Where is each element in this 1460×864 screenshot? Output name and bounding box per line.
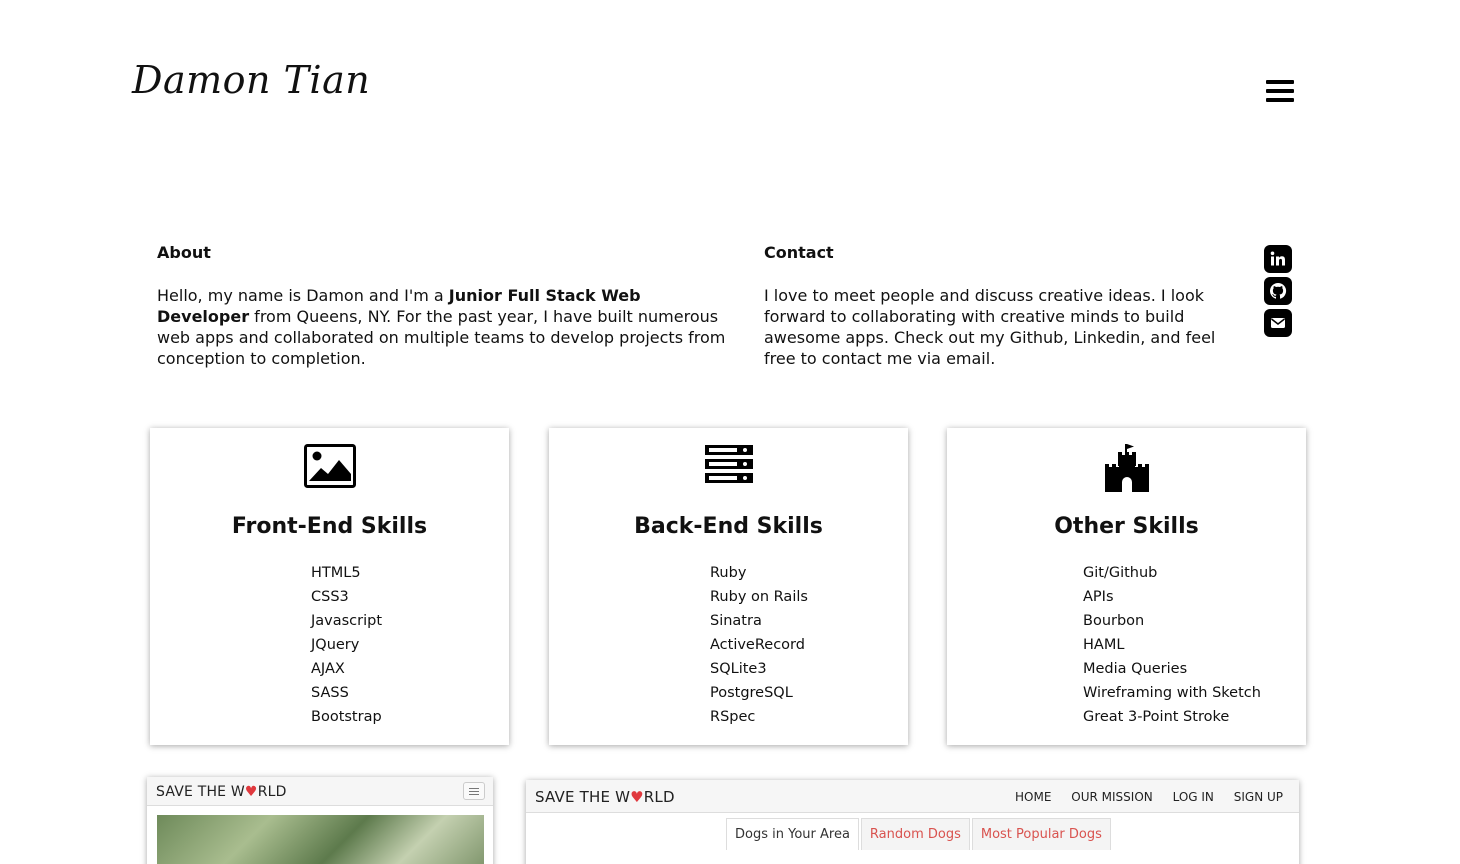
castle-icon [1104,444,1150,496]
skill-item: PostgreSQL [710,685,793,701]
social-links [1264,245,1292,341]
project-navbar: SAVE THE W♥RLD HOME OUR MISSION LOG IN S… [526,780,1299,813]
skill-item: SASS [311,685,349,701]
github-icon[interactable] [1264,277,1292,305]
skill-card-title: Front-End Skills [231,514,428,539]
nav-home[interactable]: HOME [1015,790,1051,804]
skill-card-backend: Back-End Skills Ruby Ruby on Rails Sinat… [549,428,908,745]
skill-item: Git/Github [1083,565,1158,581]
skill-card-frontend: Front-End Skills HTML5 CSS3 Javascript J… [150,428,509,745]
project-brand: SAVE THE W♥RLD [156,784,287,800]
server-icon [704,444,754,488]
site-logo[interactable]: Damon Tian [132,58,370,102]
skill-item: Sinatra [710,613,762,629]
skill-item: HTML5 [311,565,361,581]
project-preview-mobile[interactable]: SAVE THE W♥RLD [147,777,493,864]
heart-icon: ♥ [630,788,644,806]
skill-item: Great 3-Point Stroke [1083,709,1230,725]
hamburger-menu-icon[interactable] [1266,80,1294,104]
skill-item: RSpec [710,709,756,725]
skill-item: Ruby on Rails [710,589,808,605]
skill-card-title: Other Skills [1054,514,1199,539]
contact-text: I love to meet people and discuss creati… [764,286,1216,368]
skill-item: HAML [1083,637,1125,653]
skill-card-other: Other Skills Git/Github APIs Bourbon HAM… [947,428,1306,745]
skill-item: ActiveRecord [710,637,805,653]
skill-item: AJAX [311,661,345,677]
about-text: Hello, my name is Damon and I'm a Junior… [157,286,726,368]
skill-item: APIs [1083,589,1114,605]
nav-log-in[interactable]: LOG IN [1173,790,1214,804]
hamburger-menu-icon[interactable] [463,782,485,800]
skill-list: Git/Github APIs Bourbon HAML Media Queri… [1083,561,1261,729]
skill-item: Wireframing with Sketch [1083,685,1261,701]
skill-item: JQuery [311,637,360,653]
linkedin-icon[interactable] [1264,245,1292,273]
skill-item: CSS3 [311,589,349,605]
skill-card-title: Back-End Skills [634,514,823,539]
tab-random-dogs[interactable]: Random Dogs [860,818,970,850]
skill-item: Bourbon [1083,613,1145,629]
skill-item: Ruby [710,565,747,581]
skill-item: SQLite3 [710,661,767,677]
envelope-icon[interactable] [1264,309,1292,337]
tab-most-popular-dogs[interactable]: Most Popular Dogs [971,818,1111,850]
contact-heading: Contact [764,243,834,262]
skill-item: Javascript [311,613,383,629]
nav-our-mission[interactable]: OUR MISSION [1071,790,1152,804]
image-icon [303,444,356,492]
project-tabs: Dogs in Your Area Random Dogs Most Popul… [726,818,1113,850]
skill-list: HTML5 CSS3 Javascript JQuery AJAX SASS B… [311,561,382,729]
project-navbar: SAVE THE W♥RLD [147,777,493,806]
tab-dogs-in-your-area[interactable]: Dogs in Your Area [726,818,859,850]
skill-item: Media Queries [1083,661,1188,677]
skill-item: Bootstrap [311,709,382,725]
dog-photo [157,815,484,864]
project-nav: HOME OUR MISSION LOG IN SIGN UP [999,790,1283,804]
project-preview-desktop[interactable]: SAVE THE W♥RLD HOME OUR MISSION LOG IN S… [526,780,1299,864]
nav-sign-up[interactable]: SIGN UP [1234,790,1283,804]
heart-icon: ♥ [244,784,258,800]
skill-list: Ruby Ruby on Rails Sinatra ActiveRecord … [710,561,808,729]
about-heading: About [157,243,211,262]
project-brand: SAVE THE W♥RLD [535,788,675,806]
